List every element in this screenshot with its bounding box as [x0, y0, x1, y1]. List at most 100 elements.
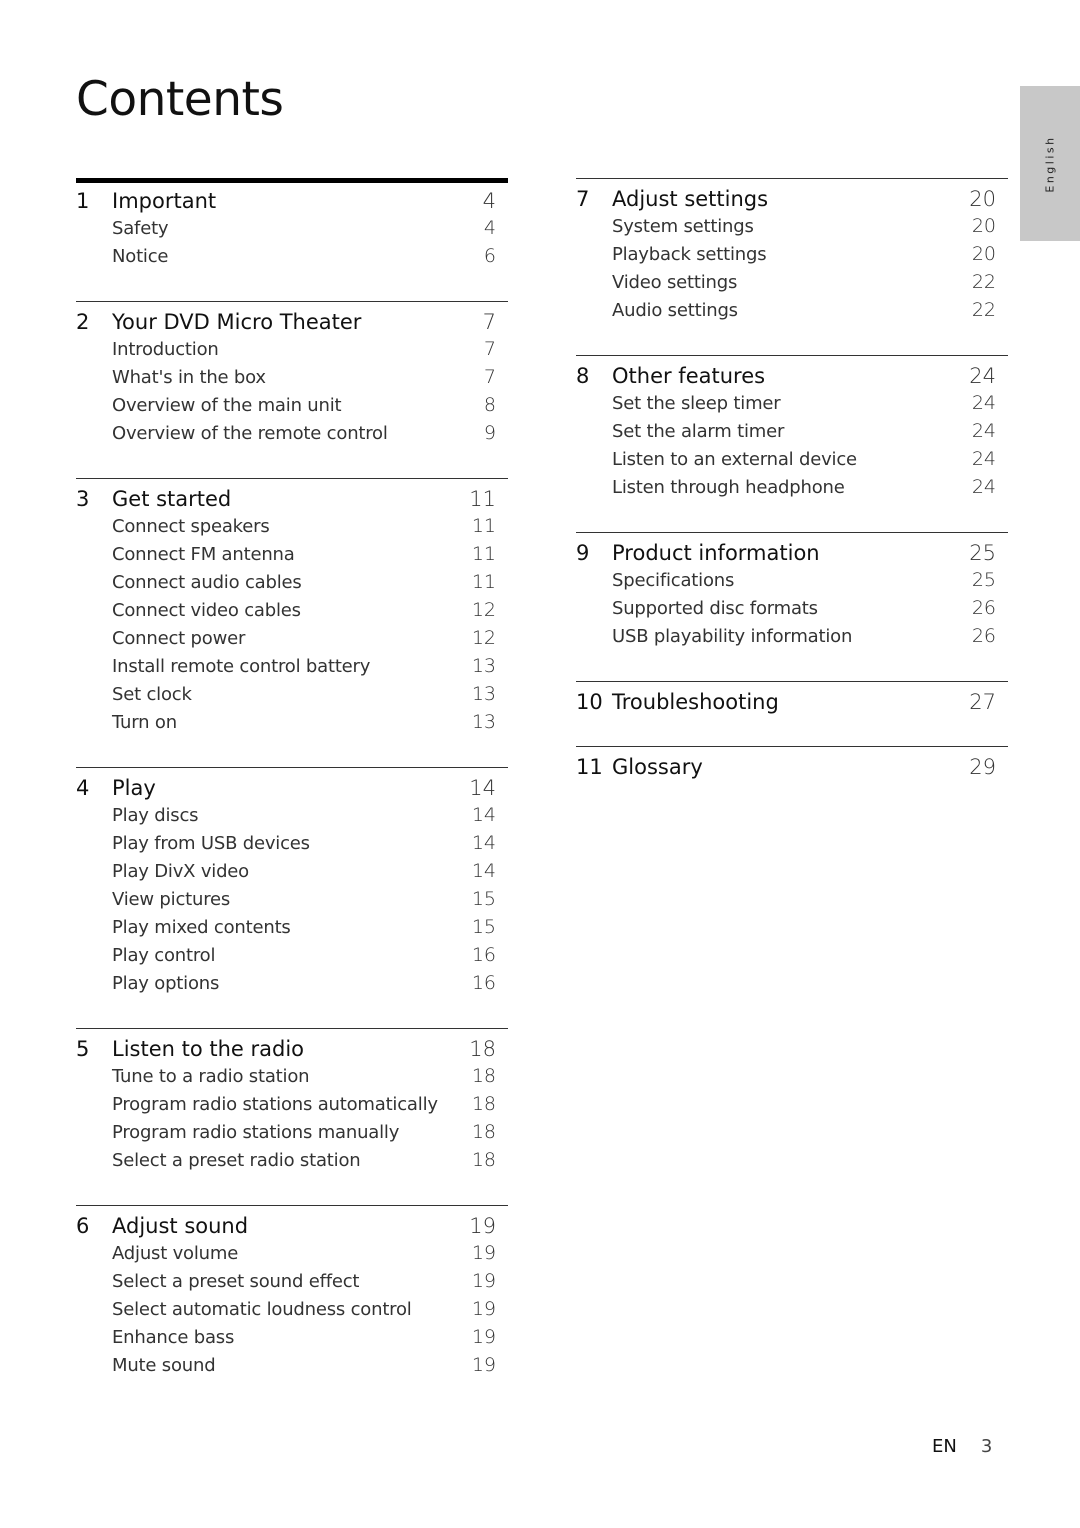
- toc-entry[interactable]: USB playability information 26: [576, 625, 1008, 653]
- entry-title: Mute sound: [112, 1355, 216, 1376]
- toc-entry[interactable]: Play DivX video 14: [76, 860, 508, 888]
- toc-entry[interactable]: Safety 4: [76, 217, 508, 245]
- entry-title: Set the sleep timer: [612, 393, 781, 414]
- section-page: 20: [969, 187, 996, 211]
- entry-title: Program radio stations manually: [112, 1122, 400, 1143]
- toc-section-heading[interactable]: 2 Your DVD Micro Theater 7: [76, 310, 508, 338]
- toc-section: 11 Glossary 29: [576, 746, 1008, 783]
- toc-entry[interactable]: Listen to an external device 24: [576, 448, 1008, 476]
- entry-page: 20: [971, 243, 996, 265]
- toc-entry[interactable]: Set clock 13: [76, 683, 508, 711]
- entry-page: 19: [471, 1298, 496, 1320]
- toc-entry[interactable]: What's in the box 7: [76, 366, 508, 394]
- toc-entry[interactable]: Set the sleep timer 24: [576, 392, 1008, 420]
- toc-section-heading[interactable]: 10 Troubleshooting 27: [576, 690, 1008, 718]
- toc-entry[interactable]: Audio settings 22: [576, 299, 1008, 327]
- entry-page: 8: [483, 394, 496, 416]
- toc-entry[interactable]: Play control 16: [76, 944, 508, 972]
- toc-entry[interactable]: Play discs 14: [76, 804, 508, 832]
- entry-title: Play control: [112, 945, 216, 966]
- toc-entry[interactable]: Connect video cables 12: [76, 599, 508, 627]
- section-number: 9: [576, 541, 590, 565]
- toc-entry[interactable]: Program radio stations manually 18: [76, 1121, 508, 1149]
- entry-page: 14: [471, 860, 496, 882]
- page-footer: EN 3: [932, 1436, 992, 1457]
- section-number: 7: [576, 187, 590, 211]
- entry-page: 19: [471, 1270, 496, 1292]
- toc-section-heading[interactable]: 11 Glossary 29: [576, 755, 1008, 783]
- entry-title: Safety: [112, 218, 169, 239]
- toc-entry[interactable]: Select a preset radio station 18: [76, 1149, 508, 1177]
- toc-section-heading[interactable]: 3 Get started 11: [76, 487, 508, 515]
- toc-section-heading[interactable]: 7 Adjust settings 20: [576, 187, 1008, 215]
- section-page: 25: [969, 541, 996, 565]
- section-title: Adjust sound: [112, 1214, 249, 1238]
- entry-title: Overview of the remote control: [112, 423, 388, 444]
- entry-title: Select a preset radio station: [112, 1150, 361, 1171]
- toc-entry[interactable]: Mute sound 19: [76, 1354, 508, 1382]
- entry-page: 20: [971, 215, 996, 237]
- toc-section-heading[interactable]: 5 Listen to the radio 18: [76, 1037, 508, 1065]
- toc-section-heading[interactable]: 8 Other features 24: [576, 364, 1008, 392]
- toc-section-heading[interactable]: 6 Adjust sound 19: [76, 1214, 508, 1242]
- entry-title: Select a preset sound effect: [112, 1271, 360, 1292]
- entry-page: 14: [471, 804, 496, 826]
- section-number: 5: [76, 1037, 90, 1061]
- toc-section: 9 Product information 25 Specifications 25 Su…: [576, 532, 1008, 653]
- section-page: 29: [969, 755, 996, 779]
- entry-page: 13: [471, 683, 496, 705]
- entry-title: Play DivX video: [112, 861, 249, 882]
- toc-entry[interactable]: View pictures 15: [76, 888, 508, 916]
- toc-entry[interactable]: Select automatic loudness control 19: [76, 1298, 508, 1326]
- toc-entry[interactable]: Play options 16: [76, 972, 508, 1000]
- toc-entry[interactable]: Connect FM antenna 11: [76, 543, 508, 571]
- entry-page: 16: [471, 944, 496, 966]
- toc-section-heading[interactable]: 1 Important 4: [76, 189, 508, 217]
- toc-entry[interactable]: Turn on 13: [76, 711, 508, 739]
- entry-page: 15: [471, 888, 496, 910]
- entry-title: Connect FM antenna: [112, 544, 295, 565]
- toc-entry[interactable]: Connect power 12: [76, 627, 508, 655]
- entry-page: 19: [471, 1354, 496, 1376]
- entry-page: 18: [471, 1121, 496, 1143]
- toc-entry[interactable]: Adjust volume 19: [76, 1242, 508, 1270]
- entry-page: 24: [971, 476, 996, 498]
- entry-title: System settings: [612, 216, 754, 237]
- entry-page: 12: [471, 599, 496, 621]
- toc-entry[interactable]: Notice 6: [76, 245, 508, 273]
- section-number: 11: [576, 755, 603, 779]
- section-page: 27: [969, 690, 996, 714]
- toc-entry[interactable]: Overview of the main unit 8: [76, 394, 508, 422]
- toc-entry[interactable]: Install remote control battery 13: [76, 655, 508, 683]
- entry-title: Tune to a radio station: [112, 1066, 310, 1087]
- section-number: 10: [576, 690, 603, 714]
- toc-entry[interactable]: Introduction 7: [76, 338, 508, 366]
- section-number: 2: [76, 310, 90, 334]
- toc-entry[interactable]: Supported disc formats 26: [576, 597, 1008, 625]
- section-title: Listen to the radio: [112, 1037, 305, 1061]
- toc-entry[interactable]: Playback settings 20: [576, 243, 1008, 271]
- entry-page: 24: [971, 448, 996, 470]
- entry-title: Connect power: [112, 628, 246, 649]
- entry-title: Introduction: [112, 339, 219, 360]
- toc-section-heading[interactable]: 9 Product information 25: [576, 541, 1008, 569]
- toc-entry[interactable]: Connect audio cables 11: [76, 571, 508, 599]
- toc-entry[interactable]: Connect speakers 11: [76, 515, 508, 543]
- entry-page: 18: [471, 1093, 496, 1115]
- toc-entry[interactable]: Video settings 22: [576, 271, 1008, 299]
- toc-entry[interactable]: Specifications 25: [576, 569, 1008, 597]
- entry-page: 7: [483, 338, 496, 360]
- toc-entry[interactable]: Tune to a radio station 18: [76, 1065, 508, 1093]
- toc-entry[interactable]: Program radio stations automatically 18: [76, 1093, 508, 1121]
- entry-title: Adjust volume: [112, 1243, 239, 1264]
- toc-entry[interactable]: Play from USB devices 14: [76, 832, 508, 860]
- toc-entry[interactable]: Overview of the remote control 9: [76, 422, 508, 450]
- toc-entry[interactable]: Enhance bass 19: [76, 1326, 508, 1354]
- toc-entry[interactable]: Play mixed contents 15: [76, 916, 508, 944]
- section-number: 6: [76, 1214, 90, 1238]
- toc-entry[interactable]: Select a preset sound effect 19: [76, 1270, 508, 1298]
- toc-entry[interactable]: System settings 20: [576, 215, 1008, 243]
- toc-section-heading[interactable]: 4 Play 14: [76, 776, 508, 804]
- toc-entry[interactable]: Listen through headphone 24: [576, 476, 1008, 504]
- toc-entry[interactable]: Set the alarm timer 24: [576, 420, 1008, 448]
